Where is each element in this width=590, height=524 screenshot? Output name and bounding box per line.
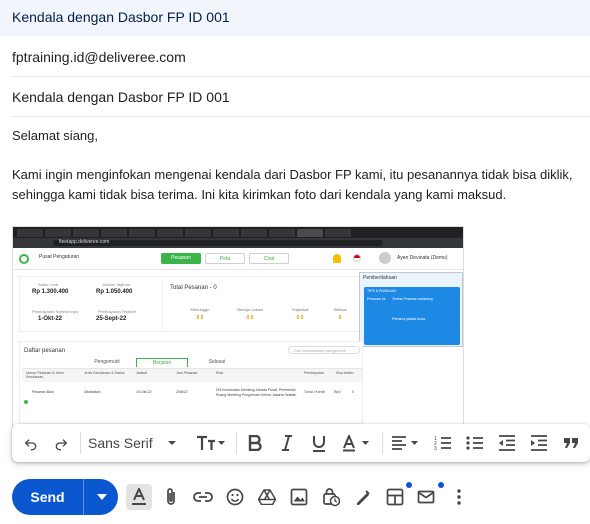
summary-label: Jumlah Tagihan	[102, 282, 130, 287]
recipients-field[interactable]: fptraining.id@deliveree.com	[12, 37, 590, 77]
account-summary: Saldo Limit Rp 1.300.400 Jumlah Tagihan …	[19, 276, 363, 332]
insert-emoji-icon[interactable]	[222, 484, 248, 510]
formatting-toolbar: Sans Serif 123	[12, 424, 590, 462]
chevron-down-icon	[167, 441, 176, 445]
new-feature-badge	[438, 482, 444, 488]
summary-value: 25-Sept-22	[96, 316, 127, 322]
text-color-icon[interactable]	[338, 430, 376, 456]
chevron-down-icon	[97, 494, 107, 500]
compose-title-bar[interactable]: Kendala dengan Dasbor FP ID 001	[0, 0, 590, 36]
send-button-group: Send	[12, 479, 118, 515]
google-drive-icon[interactable]	[254, 484, 280, 510]
indent-less-icon[interactable]	[494, 430, 520, 456]
orders-header: Daftar pesanan	[24, 348, 66, 354]
notification-bell-icon	[333, 254, 341, 263]
deliveree-logo-icon	[19, 254, 29, 264]
stat-item: Terjadwal 0 0	[291, 307, 309, 321]
subject-text[interactable]: Kendala dengan Dasbor FP ID 001	[12, 89, 230, 105]
schedule-email-icon[interactable]	[414, 484, 440, 510]
summary-value: 1-Okt-22	[38, 316, 63, 322]
attach-file-icon[interactable]	[158, 484, 184, 510]
italic-icon[interactable]	[274, 430, 300, 456]
location-selector: Pusat Pengaturan	[39, 254, 80, 260]
undo-icon[interactable]	[18, 430, 44, 456]
summary-label: Pembayaran Terakhir	[98, 309, 136, 314]
app-header: Pusat Pengaturan Pesanan Peta Chat Ayen …	[13, 248, 463, 270]
nav-map: Peta	[205, 253, 245, 264]
language-flag-icon	[353, 254, 361, 262]
notification-panel: Pemberitahuan TIPS & PANDUAN Pesanan ini…	[359, 272, 463, 347]
formatting-options-icon[interactable]	[126, 484, 152, 510]
new-feature-badge	[406, 482, 412, 488]
orders-table-header: Nomor Pesanan & Jenis Kendaraan Jenis Ke…	[22, 368, 362, 382]
body-paragraph[interactable]: Kami ingin menginfokan mengenai kendala …	[12, 165, 582, 205]
quote-icon[interactable]	[558, 430, 584, 456]
confidential-mode-icon[interactable]	[318, 484, 344, 510]
numbered-list-icon[interactable]: 123	[430, 430, 456, 456]
insert-photo-icon[interactable]	[286, 484, 312, 510]
orders-tab: Selesai	[208, 359, 226, 365]
layouts-icon[interactable]	[382, 484, 408, 510]
summary-value: Rp 1.050.400	[96, 289, 133, 295]
recipient-email[interactable]: fptraining.id@deliveree.com	[12, 49, 186, 65]
send-options-button[interactable]	[86, 479, 118, 515]
send-button[interactable]: Send	[12, 479, 84, 515]
status-dot	[24, 400, 28, 404]
align-icon[interactable]	[388, 430, 424, 456]
orders-search: Cari berdasarkan pengemudi	[288, 346, 360, 354]
bold-icon[interactable]	[242, 430, 268, 456]
avatar	[379, 252, 391, 264]
nav-orders: Pesanan	[161, 253, 201, 264]
notification-header: Pemberitahuan	[363, 275, 397, 281]
summary-value: Rp 1.300.400	[32, 289, 69, 295]
summary-label: Pembayaran Sebelumnya	[32, 309, 79, 314]
stat-item: Menuju Lokasi 0 0	[237, 307, 263, 321]
total-orders: Total Pesanan - 0	[170, 285, 217, 291]
compose-actions-bar: Send	[0, 470, 590, 524]
stat-item: Selesai 0	[333, 307, 347, 321]
orders-tab: Pengemudi	[94, 359, 120, 365]
compose-title: Kendala dengan Dasbor FP ID 001	[12, 9, 230, 25]
summary-label: Saldo Limit	[38, 282, 58, 287]
user-name: Ayen Devinata (Demo)	[397, 255, 448, 261]
bulleted-list-icon[interactable]	[462, 430, 488, 456]
orders-tab-active: Berjalan	[136, 358, 188, 367]
nav-chat: Chat	[249, 253, 289, 264]
stat-item: Menunggu 0 0	[190, 307, 210, 321]
notification-card: TIPS & PANDUAN Pesanan ini Terima Pesana…	[364, 287, 460, 345]
redo-icon[interactable]	[48, 430, 74, 456]
insert-link-icon[interactable]	[190, 484, 216, 510]
underline-icon[interactable]	[306, 430, 332, 456]
subject-field[interactable]: Kendala dengan Dasbor FP ID 001	[12, 77, 590, 117]
font-family-select[interactable]: Sans Serif	[88, 430, 177, 456]
more-options-icon[interactable]	[446, 484, 472, 510]
insert-signature-icon[interactable]	[350, 484, 376, 510]
svg-text:3: 3	[434, 446, 437, 451]
address-text: fleetapp.deliveree.com	[59, 239, 110, 245]
font-family-label: Sans Serif	[88, 435, 153, 451]
text-size-icon[interactable]	[192, 430, 230, 456]
address-field: fleetapp.deliveree.com	[53, 239, 383, 246]
browser-url-bar: fleetapp.deliveree.com	[13, 238, 463, 248]
browser-tab-strip	[13, 227, 463, 238]
body-greeting[interactable]: Selamat siang,	[12, 126, 582, 146]
table-row: Pesanan Baru Dibatalkan 15-Okt-22 25/8/2…	[22, 386, 362, 424]
indent-more-icon[interactable]	[526, 430, 552, 456]
